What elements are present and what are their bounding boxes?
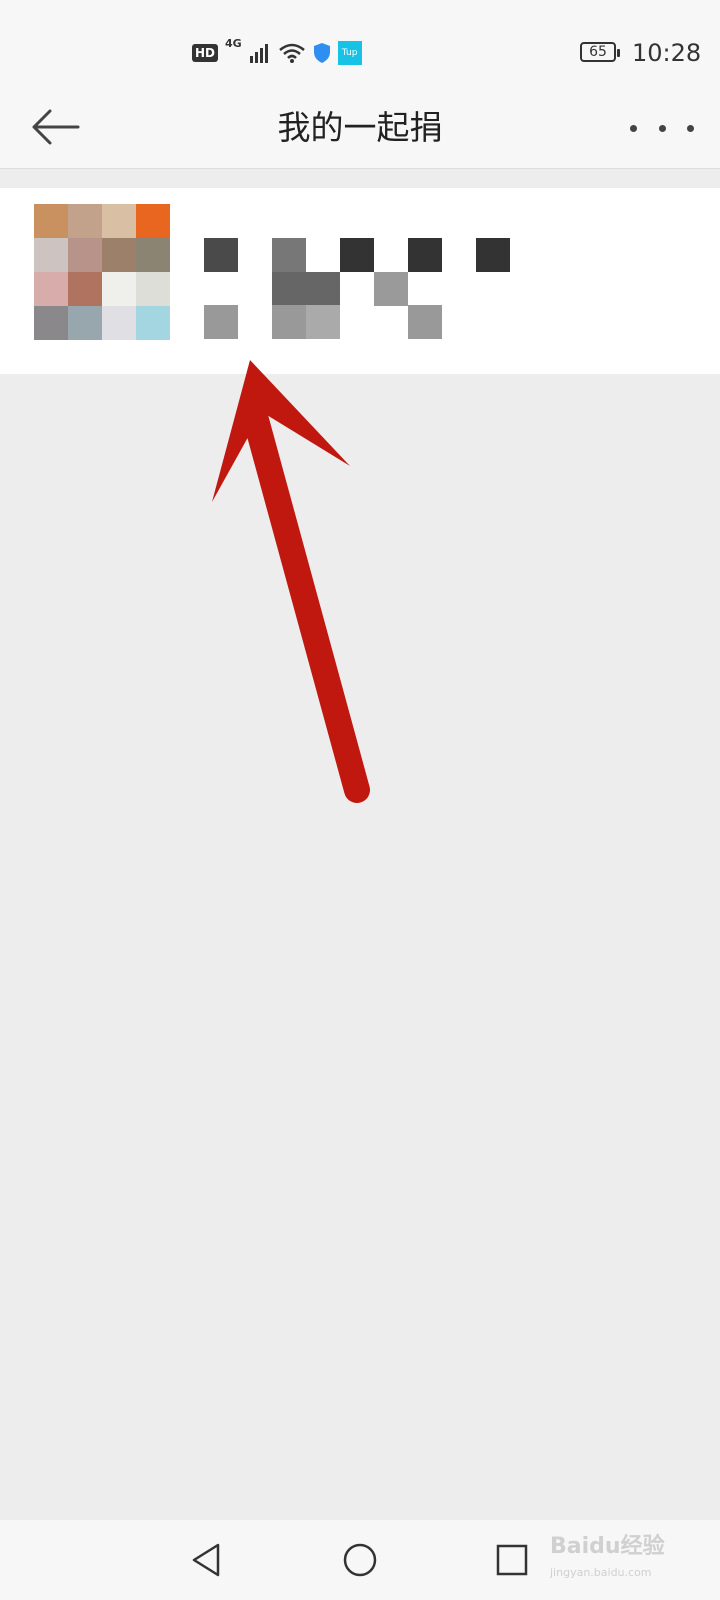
hd-badge: HD — [192, 44, 219, 62]
nav-home-button[interactable] — [338, 1538, 382, 1582]
triangle-back-icon — [192, 1543, 220, 1577]
baidu-watermark-url: jingyan.baidu.com — [550, 1566, 652, 1579]
circle-home-icon — [343, 1543, 377, 1577]
signal-icon — [249, 44, 268, 63]
pixelated-title — [204, 238, 514, 272]
battery-icon: 65 — [580, 42, 620, 62]
app-header: 我的一起捐 — [0, 86, 720, 169]
shield-icon — [313, 43, 330, 63]
more-dot — [687, 124, 694, 132]
pixelated-thumbnail — [34, 204, 170, 340]
more-button[interactable] — [630, 110, 694, 146]
page-title: 我的一起捐 — [277, 108, 443, 147]
nav-recent-button[interactable] — [490, 1538, 534, 1582]
donation-list-item[interactable] — [0, 188, 720, 374]
more-dot — [630, 124, 637, 132]
donation-item-text — [204, 238, 524, 339]
status-bar: HD 4G Tup 65 10:28 — [0, 0, 720, 86]
baidu-watermark: Baidu经验 — [550, 1534, 665, 1559]
pixelated-amount — [204, 272, 514, 339]
nav-back-button[interactable] — [184, 1538, 228, 1582]
square-recent-icon — [496, 1544, 528, 1576]
network-type: 4G — [225, 37, 242, 50]
wifi-icon — [278, 43, 305, 63]
more-dot — [658, 124, 666, 132]
status-time: 10:28 — [632, 39, 702, 67]
status-icons: HD 4G Tup — [192, 38, 362, 68]
tup-app-icon: Tup — [337, 41, 362, 65]
